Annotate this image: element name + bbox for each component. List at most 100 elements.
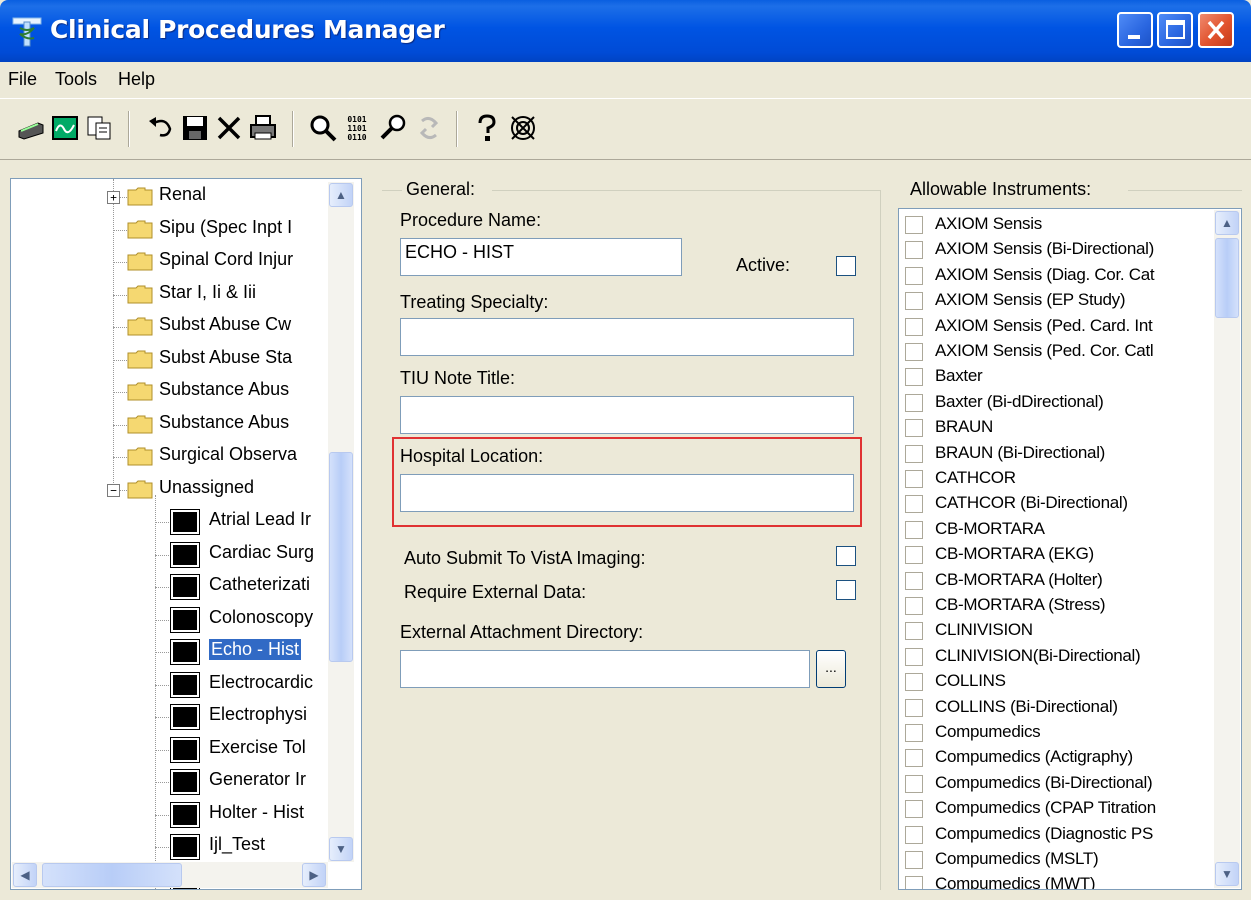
maximize-button[interactable] (1157, 12, 1193, 48)
instrument-item[interactable]: Compumedics (Diagnostic PS (905, 824, 1215, 845)
instrument-item[interactable]: AXIOM Sensis (Diag. Cor. Cat (905, 265, 1215, 286)
require-external-checkbox[interactable] (836, 580, 856, 600)
instrument-checkbox[interactable] (905, 470, 923, 488)
instrument-checkbox[interactable] (905, 749, 923, 768)
instrument-checkbox[interactable] (905, 520, 923, 539)
treating-specialty-field[interactable] (400, 318, 854, 356)
procedure-name-field[interactable]: ECHO - HIST (400, 238, 682, 276)
tree-folder[interactable]: Spinal Cord Injur (101, 246, 341, 278)
menu-help[interactable]: Help (118, 69, 155, 90)
instrument-item[interactable]: CB-MORTARA (905, 519, 1215, 540)
instrument-checkbox[interactable] (905, 393, 923, 412)
minimize-button[interactable] (1117, 12, 1153, 48)
delete-icon[interactable] (214, 113, 244, 143)
instrument-checkbox[interactable] (905, 597, 923, 615)
instrument-checkbox[interactable] (905, 673, 923, 692)
menu-file[interactable]: File (8, 69, 37, 90)
scroll-right-arrow[interactable]: ▶ (302, 863, 326, 887)
instrument-item[interactable]: CATHCOR (Bi-Directional) (905, 493, 1215, 514)
scroll-down-arrow[interactable]: ▼ (329, 837, 353, 861)
instrument-checkbox[interactable] (905, 571, 923, 590)
instrument-checkbox[interactable] (905, 292, 923, 311)
procedure-tree[interactable]: + Renal Sipu (Spec Inpt I Spinal Cord Injur… (10, 178, 362, 890)
scroll-up-arrow[interactable]: ▲ (1215, 211, 1239, 235)
scroll-left-arrow[interactable]: ◀ (13, 863, 37, 887)
instrument-checkbox[interactable] (905, 343, 923, 361)
instrument-item[interactable]: CATHCOR (905, 468, 1215, 489)
instrument-item[interactable]: CB-MORTARA (EKG) (905, 544, 1215, 565)
instrument-item[interactable]: AXIOM Sensis (EP Study) (905, 290, 1215, 311)
instrument-item[interactable]: Baxter (905, 366, 1215, 387)
tree-procedure-item[interactable]: Electrocardic (155, 669, 345, 701)
tree-horizontal-scrollbar[interactable]: ◀ ▶ (12, 862, 328, 888)
tree-procedure-item[interactable]: Electrophysi (155, 701, 345, 733)
instrument-checkbox[interactable] (905, 825, 923, 844)
instrument-item[interactable]: Compumedics (MSLT) (905, 849, 1215, 870)
instrument-item[interactable]: Baxter (Bi-dDirectional) (905, 392, 1215, 413)
tree-procedure-item[interactable]: Atrial Lead Ir (155, 506, 345, 538)
save-icon[interactable] (180, 113, 210, 143)
scroll-up-arrow[interactable]: ▲ (329, 183, 353, 207)
close-button[interactable] (1198, 12, 1234, 48)
instrument-item[interactable]: Compumedics (905, 722, 1215, 743)
tree-procedure-item[interactable]: Exercise Tol (155, 734, 345, 766)
instrument-item[interactable]: AXIOM Sensis (Ped. Cor. Catl (905, 341, 1215, 362)
instrument-item[interactable]: COLLINS (905, 671, 1215, 692)
tiu-note-title-field[interactable] (400, 396, 854, 434)
undo-icon[interactable] (146, 113, 176, 143)
instrument-checkbox[interactable] (905, 317, 923, 336)
chart-icon[interactable] (50, 113, 80, 143)
tree-folder-unassigned[interactable]: − Unassigned (101, 474, 341, 506)
instrument-item[interactable]: BRAUN (905, 417, 1215, 438)
instrument-item[interactable]: AXIOM Sensis (Bi-Directional) (905, 239, 1215, 260)
scroll-thumb[interactable] (1215, 238, 1239, 318)
hospital-location-field[interactable] (400, 474, 854, 512)
instrument-checkbox[interactable] (905, 698, 923, 717)
instrument-item[interactable]: Compumedics (CPAP Titration (905, 798, 1215, 819)
print-icon[interactable] (248, 113, 278, 143)
wrench-icon[interactable] (378, 113, 408, 143)
tree-procedure-item[interactable]: Echo - Hist (155, 636, 345, 668)
tree-folder[interactable]: Substance Abus (101, 409, 341, 441)
instrument-checkbox[interactable] (905, 647, 923, 666)
tree-folder[interactable]: Surgical Observa (101, 441, 341, 473)
tree-procedure-item[interactable]: Cardiac Surg (155, 539, 345, 571)
instrument-checkbox[interactable] (905, 724, 923, 742)
instrument-checkbox[interactable] (905, 546, 923, 565)
instrument-checkbox[interactable] (905, 444, 923, 463)
scroll-thumb[interactable] (329, 452, 353, 662)
new-icon[interactable] (16, 113, 46, 143)
copy-icon[interactable] (84, 113, 114, 143)
tree-procedure-item[interactable]: Colonoscopy (155, 604, 345, 636)
tree-folder[interactable]: Subst Abuse Cw (101, 311, 341, 343)
instrument-checkbox[interactable] (905, 800, 923, 819)
tree-folder[interactable]: Substance Abus (101, 376, 341, 408)
tree-folder[interactable]: Sipu (Spec Inpt I (101, 214, 341, 246)
instrument-item[interactable]: AXIOM Sensis (905, 214, 1215, 235)
instrument-item[interactable]: Compumedics (Actigraphy) (905, 747, 1215, 768)
tree-procedure-item[interactable]: Holter - Hist (155, 799, 345, 831)
expand-icon[interactable]: + (107, 191, 120, 204)
refresh-icon[interactable] (414, 113, 444, 143)
help-icon[interactable] (472, 113, 502, 143)
binary-icon[interactable]: 010111010110 (342, 113, 372, 143)
instruments-vertical-scrollbar[interactable]: ▲ ▼ (1214, 210, 1240, 888)
instrument-checkbox[interactable] (905, 851, 923, 869)
tree-folder[interactable]: Subst Abuse Sta (101, 344, 341, 376)
instrument-item[interactable]: CB-MORTARA (Stress) (905, 595, 1215, 616)
instrument-checkbox[interactable] (905, 368, 923, 387)
instrument-checkbox[interactable] (905, 622, 923, 641)
instruments-list[interactable]: AXIOM Sensis AXIOM Sensis (Bi-Directional… (898, 208, 1242, 890)
instrument-checkbox[interactable] (905, 495, 923, 514)
instrument-item[interactable]: CB-MORTARA (Holter) (905, 570, 1215, 591)
active-checkbox[interactable] (836, 256, 856, 276)
instrument-checkbox[interactable] (905, 266, 923, 285)
instrument-item[interactable]: Compumedics (Bi-Directional) (905, 773, 1215, 794)
instrument-checkbox[interactable] (905, 774, 923, 793)
scroll-thumb[interactable] (42, 863, 182, 887)
instrument-item[interactable]: Compumedics (MWT) (905, 874, 1215, 889)
tree-procedure-item[interactable]: Ijl_Test (155, 831, 345, 863)
instrument-checkbox[interactable] (905, 216, 923, 234)
instrument-checkbox[interactable] (905, 241, 923, 260)
search-icon[interactable] (308, 113, 338, 143)
